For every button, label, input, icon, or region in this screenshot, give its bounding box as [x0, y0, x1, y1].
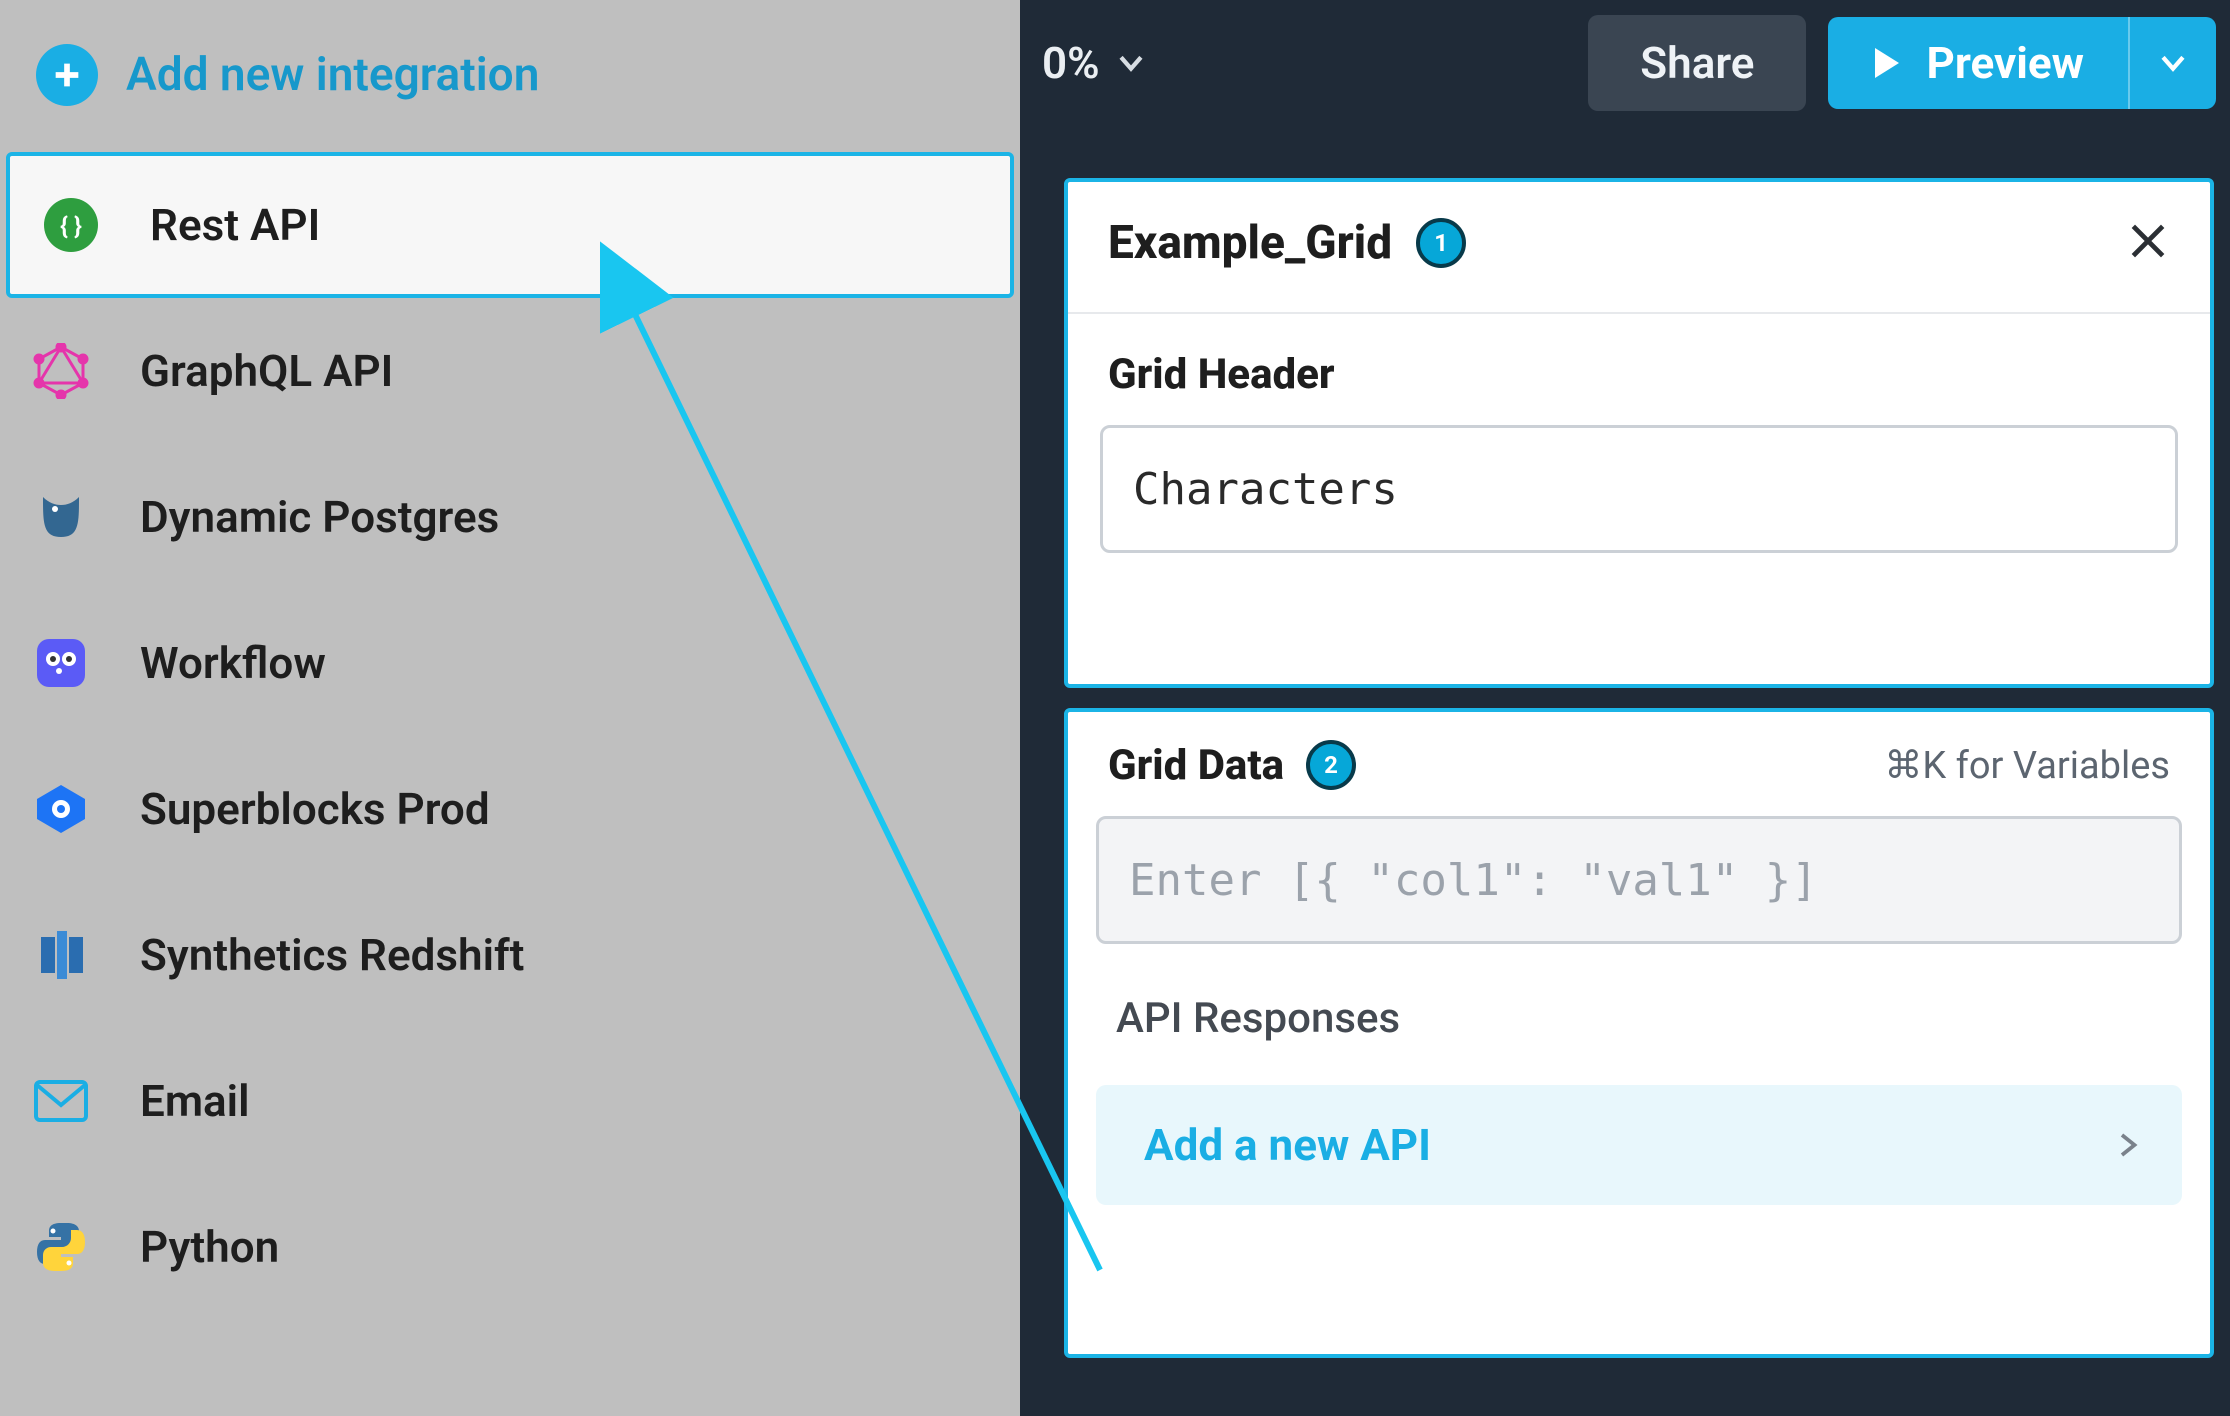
integration-item-email[interactable]: Email	[0, 1028, 1020, 1174]
play-icon	[1872, 46, 1902, 80]
panel-header-row: Example_Grid 1	[1068, 182, 2210, 314]
integration-item-label: Email	[140, 1075, 250, 1127]
preview-dropdown-toggle[interactable]	[2128, 17, 2216, 109]
chevron-right-icon	[2112, 1130, 2142, 1160]
python-icon	[30, 1216, 92, 1278]
chevron-down-icon	[2156, 46, 2190, 80]
zoom-value: 0%	[1042, 37, 1100, 89]
integration-item-label: Python	[140, 1221, 279, 1273]
integration-item-postgres[interactable]: Dynamic Postgres	[0, 444, 1020, 590]
grid-header-value: Characters	[1133, 464, 1398, 515]
share-button[interactable]: Share	[1588, 15, 1806, 111]
preview-button[interactable]: Preview	[1828, 17, 2128, 109]
share-label: Share	[1640, 37, 1754, 89]
add-integration-button[interactable]: Add new integration	[0, 18, 1020, 152]
preview-label: Preview	[1926, 37, 2084, 89]
integration-item-redshift[interactable]: Synthetics Redshift	[0, 882, 1020, 1028]
close-button[interactable]	[2126, 219, 2170, 267]
component-name: Example_Grid	[1108, 216, 1392, 270]
add-integration-label: Add new integration	[126, 48, 539, 102]
properties-panel-data: Grid Data 2 ⌘K for Variables Enter [{ "c…	[1064, 708, 2214, 1358]
zoom-dropdown[interactable]: 0%	[1020, 19, 1170, 107]
svg-text:{ }: { }	[60, 212, 82, 240]
postgres-icon	[30, 486, 92, 548]
superblocks-icon	[30, 778, 92, 840]
preview-split-button[interactable]: Preview	[1828, 17, 2216, 109]
properties-panel-header: Example_Grid 1 Grid Header Characters	[1064, 178, 2214, 688]
plus-icon	[36, 44, 98, 106]
integration-item-label: Workflow	[140, 637, 326, 689]
add-api-label: Add a new API	[1144, 1119, 1431, 1171]
integration-item-workflow[interactable]: Workflow	[0, 590, 1020, 736]
step-badge-1: 1	[1416, 218, 1466, 268]
integration-item-python[interactable]: Python	[0, 1174, 1020, 1320]
redshift-icon	[30, 924, 92, 986]
grid-data-label-row: Grid Data 2 ⌘K for Variables	[1068, 712, 2210, 816]
chevron-down-icon	[1114, 46, 1148, 80]
rest-api-icon: { }	[40, 194, 102, 256]
grid-header-input[interactable]: Characters	[1100, 425, 2178, 553]
integration-item-label: Dynamic Postgres	[140, 491, 499, 543]
grid-data-placeholder: Enter [{ "col1": "val1" }]	[1129, 855, 1818, 906]
grid-header-label: Grid Header	[1068, 314, 2210, 425]
close-icon	[2126, 219, 2170, 263]
grid-data-label: Grid Data	[1108, 741, 1284, 790]
integration-item-superblocks[interactable]: Superblocks Prod	[0, 736, 1020, 882]
api-responses-heading: API Responses	[1068, 944, 2210, 1065]
integration-item-label: Rest API	[150, 199, 320, 251]
top-toolbar: 0% Share Preview	[1020, 0, 2230, 126]
integrations-sidebar: Add new integration { } Rest API GraphQL…	[0, 0, 1020, 1416]
step-badge-2: 2	[1306, 740, 1356, 790]
integration-item-label: Superblocks Prod	[140, 783, 490, 835]
integration-item-label: Synthetics Redshift	[140, 929, 524, 981]
grid-data-input[interactable]: Enter [{ "col1": "val1" }]	[1096, 816, 2182, 944]
workflow-icon	[30, 632, 92, 694]
variables-hint: ⌘K for Variables	[1884, 743, 2170, 788]
add-api-button[interactable]: Add a new API	[1096, 1085, 2182, 1205]
integration-item-label: GraphQL API	[140, 345, 393, 397]
graphql-icon	[30, 340, 92, 402]
integration-item-graphql[interactable]: GraphQL API	[0, 298, 1020, 444]
integration-item-rest-api[interactable]: { } Rest API	[6, 152, 1014, 298]
email-icon	[30, 1070, 92, 1132]
